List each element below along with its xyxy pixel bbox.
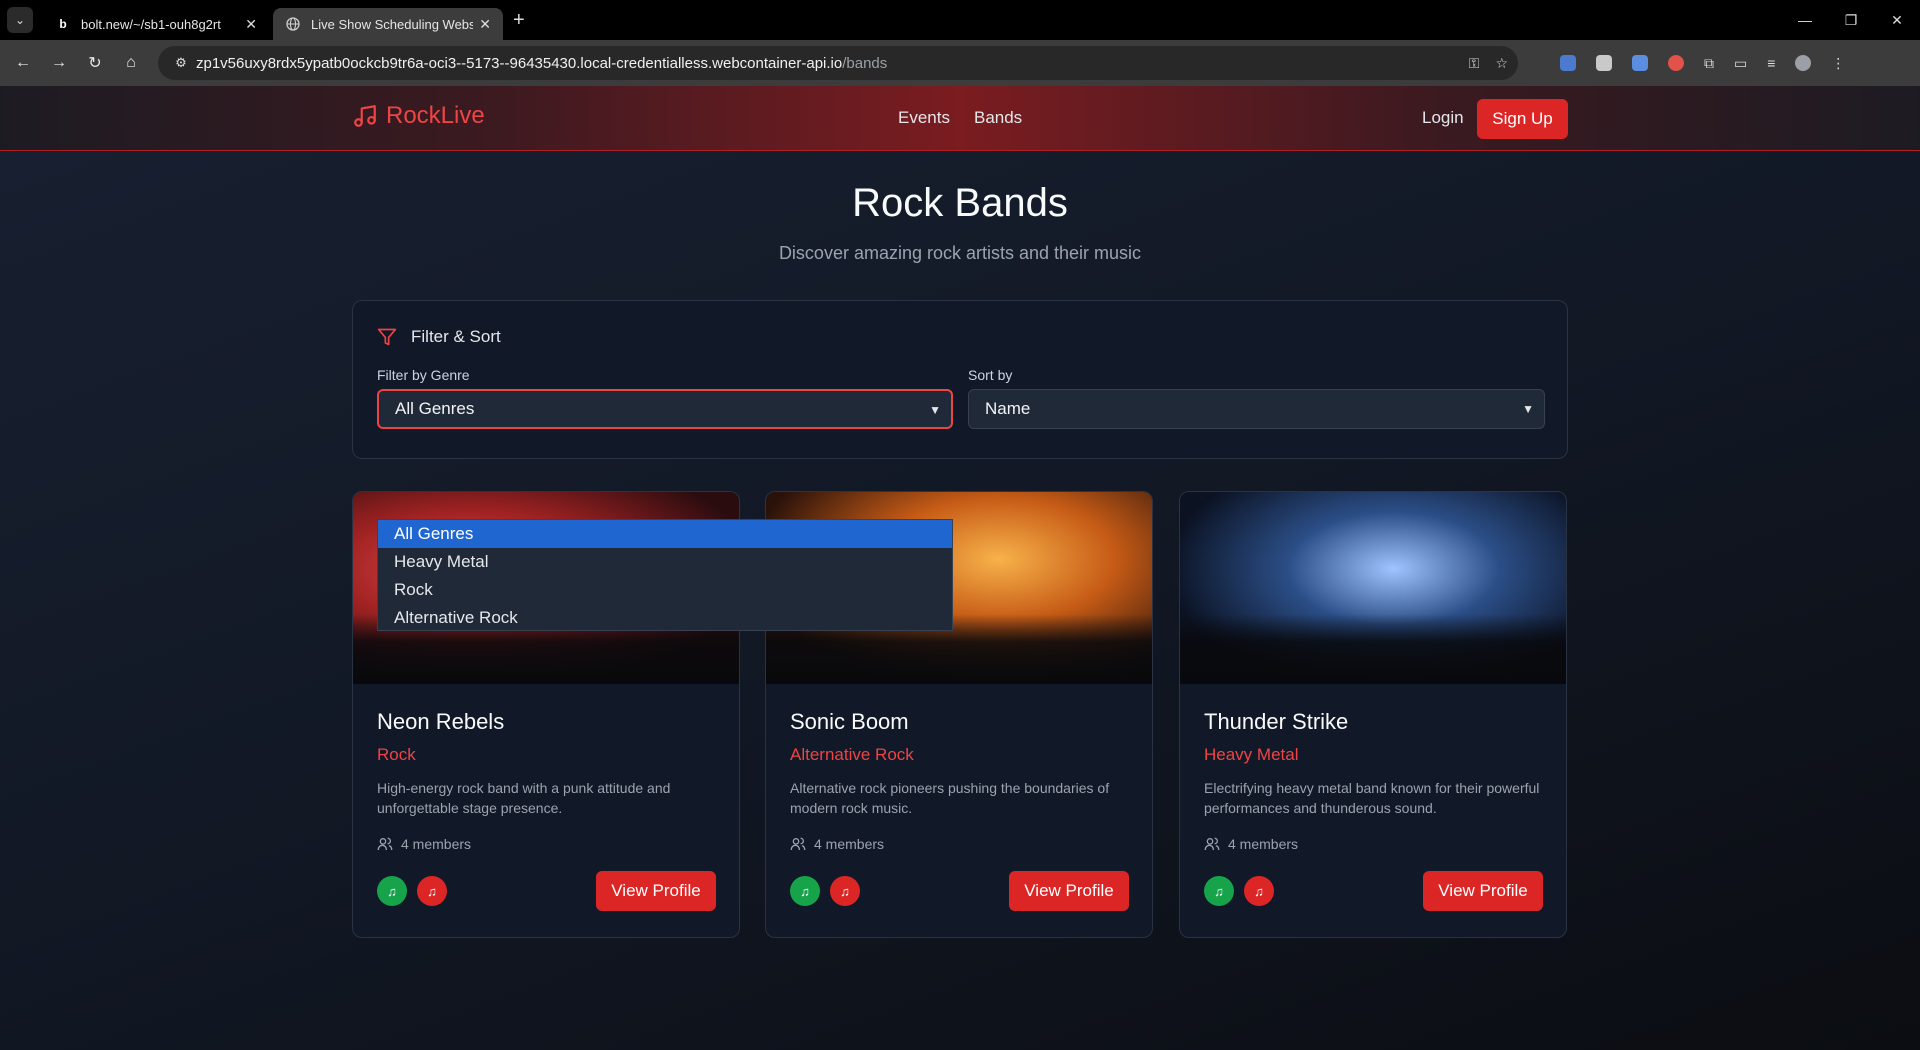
members-count: 4 members [1228,836,1299,852]
site-info-icon[interactable]: ⚙ [166,55,196,71]
forward-icon[interactable]: → [42,46,76,80]
page-title: Rock Bands [852,181,1068,225]
band-card: Thunder Strike Heavy Metal Electrifying … [1179,491,1567,938]
genre-option[interactable]: Alternative Rock [378,604,952,632]
address-bar[interactable]: ⚙ zp1v56uxy8rdx5ypatb0ockcb9tr6a-oci3--5… [158,46,1518,80]
extension-icon[interactable] [1596,55,1612,71]
minimize-icon[interactable]: — [1782,0,1828,40]
filter-heading-text: Filter & Sort [411,327,501,346]
globe-icon [285,16,301,32]
url-host: zp1v56uxy8rdx5ypatb0ockcb9tr6a-oci3--517… [196,54,843,72]
site-header: RockLive Events Bands Login Sign Up [0,86,1920,151]
tab-title: Live Show Scheduling Websit [311,16,474,32]
brand-logo[interactable]: RockLive [352,102,485,130]
genre-select-value: All Genres [395,399,475,418]
genre-option[interactable]: Rock [378,576,952,604]
extensions-area: ⧉ ▭ ≡ ⋮ [1560,40,1845,86]
band-description: High-energy rock band with a punk attitu… [377,780,671,816]
band-photo [1180,492,1566,684]
star-icon[interactable]: ☆ [1495,55,1508,72]
chevron-down-icon: ⌄ [14,13,26,27]
address-bar-actions: ⚿ ☆ [1469,46,1508,80]
signup-button[interactable]: Sign Up [1477,99,1568,139]
nav-events[interactable]: Events [898,108,950,128]
band-description: Alternative rock pioneers pushing the bo… [790,780,1110,816]
genre-dropdown-list: All Genres Heavy Metal Rock Alternative … [377,519,953,631]
users-icon [790,837,806,850]
media-icon[interactable]: ≡ [1767,55,1775,71]
band-name: Sonic Boom [790,709,909,734]
band-name: Neon Rebels [377,709,505,734]
menu-icon[interactable]: ⋮ [1831,55,1845,72]
view-profile-button[interactable]: View Profile [596,871,716,911]
members-count: 4 members [814,836,885,852]
band-description: Electrifying heavy metal band known for … [1204,780,1540,816]
band-members: 4 members [1204,836,1298,852]
spotify-music-icon[interactable]: ♫ [790,876,820,906]
sort-select-value: Name [985,399,1031,418]
band-members: 4 members [377,836,471,852]
genre-option[interactable]: Heavy Metal [378,548,952,576]
restore-icon[interactable]: ❐ [1828,0,1874,40]
back-icon[interactable]: ← [6,46,40,80]
band-name: Thunder Strike [1204,709,1349,734]
music-note-icon [354,105,376,127]
tab-title: bolt.new/~/sb1-ouh8g2rt [81,16,221,32]
puzzle-icon[interactable]: ⧉ [1704,55,1714,72]
main-nav: Events Bands [898,108,1022,128]
music-note-icon[interactable]: ♫ [417,876,447,906]
browser-tab-bolt[interactable]: b bolt.new/~/sb1-ouh8g2rt ✕ [43,8,269,40]
cast-icon[interactable]: ▭ [1734,55,1747,72]
key-icon[interactable]: ⚿ [1469,55,1480,72]
page-subtitle: Discover amazing rock artists and their … [778,243,1142,263]
close-icon[interactable]: ✕ [245,16,257,33]
users-icon [1204,837,1220,850]
view-profile-button[interactable]: View Profile [1423,871,1543,911]
window-close-icon[interactable]: ✕ [1874,0,1920,40]
url-path: /bands [842,54,888,72]
filter-heading: Filter & Sort [377,327,501,347]
url-text: zp1v56uxy8rdx5ypatb0ockcb9tr6a-oci3--517… [196,55,887,72]
band-members: 4 members [790,836,884,852]
genre-option[interactable]: All Genres [378,520,952,548]
extension-icon[interactable] [1632,55,1648,71]
browser-toolbar: ← → ↻ ⌂ ⚙ zp1v56uxy8rdx5ypatb0ockcb9tr6a… [0,40,1920,86]
page: RockLive Events Bands Login Sign Up Rock… [0,86,1920,1050]
genre-select[interactable]: All Genres ▼ [377,389,953,429]
sort-select[interactable]: Name ▼ [968,389,1545,429]
new-tab-icon[interactable]: + [513,9,525,32]
extension-icon[interactable] [1560,55,1576,71]
filter-icon [377,328,397,346]
extension-icon[interactable] [1668,55,1684,71]
spotify-music-icon[interactable]: ♫ [1204,876,1234,906]
reload-icon[interactable]: ↻ [78,46,112,80]
band-genre: Rock [377,745,416,764]
music-note-icon[interactable]: ♫ [830,876,860,906]
browser-tab-live-show[interactable]: Live Show Scheduling Websit ✕ [273,8,503,40]
bolt-favicon-icon: b [59,17,67,31]
view-profile-button[interactable]: View Profile [1009,871,1129,911]
brand-name: RockLive [386,102,485,129]
window-controls: — ❐ ✕ [1782,0,1920,40]
filter-card: Filter & Sort Filter by Genre All Genres… [352,300,1568,459]
chevron-down-icon: ▼ [929,403,941,417]
home-icon[interactable]: ⌂ [114,46,148,80]
spotify-music-icon[interactable]: ♫ [377,876,407,906]
band-genre: Alternative Rock [790,745,914,764]
tab-search-button[interactable]: ⌄ [7,7,33,33]
band-genre: Heavy Metal [1204,745,1299,764]
close-icon[interactable]: ✕ [479,16,491,33]
login-link[interactable]: Login [1422,108,1464,128]
music-note-icon[interactable]: ♫ [1244,876,1274,906]
members-count: 4 members [401,836,472,852]
nav-bands[interactable]: Bands [974,108,1022,128]
sort-label: Sort by [968,367,1013,383]
chevron-down-icon: ▼ [1522,402,1534,416]
browser-tab-bar: ⌄ b bolt.new/~/sb1-ouh8g2rt ✕ Live Show … [0,0,1920,40]
users-icon [377,837,393,850]
genre-filter-label: Filter by Genre [377,367,470,383]
profile-avatar-icon[interactable] [1795,55,1812,71]
